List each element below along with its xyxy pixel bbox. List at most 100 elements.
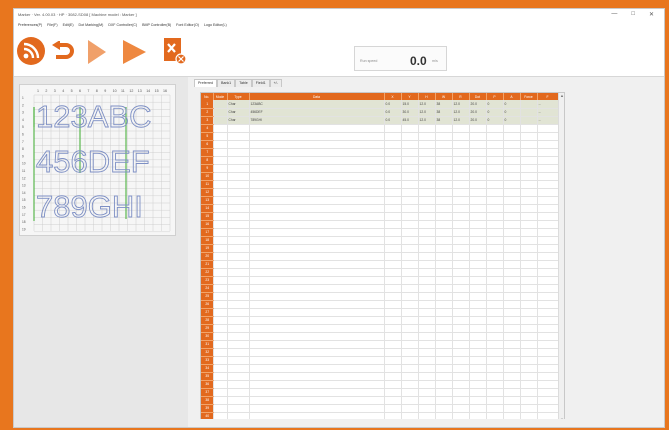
- table-cell[interactable]: [503, 388, 521, 397]
- table-cell[interactable]: [213, 140, 228, 149]
- table-cell[interactable]: Char: [227, 100, 250, 109]
- table-cell[interactable]: [227, 348, 250, 357]
- table-cell[interactable]: [384, 340, 402, 349]
- table-cell[interactable]: [469, 276, 487, 285]
- table-cell[interactable]: [537, 212, 559, 221]
- table-cell[interactable]: [227, 284, 250, 293]
- table-cell[interactable]: [213, 156, 228, 165]
- table-cell[interactable]: [213, 380, 228, 389]
- table-cell[interactable]: [227, 124, 250, 133]
- table-cell[interactable]: [486, 308, 504, 317]
- table-cell[interactable]: [503, 340, 521, 349]
- table-cell[interactable]: [452, 204, 470, 213]
- table-cell[interactable]: [249, 356, 385, 365]
- table-cell[interactable]: [469, 332, 487, 341]
- table-cell[interactable]: [452, 292, 470, 301]
- table-cell[interactable]: [249, 332, 385, 341]
- table-cell[interactable]: [249, 124, 385, 133]
- table-cell[interactable]: [537, 260, 559, 269]
- table-cell[interactable]: [452, 340, 470, 349]
- table-cell[interactable]: [384, 132, 402, 141]
- table-cell[interactable]: [418, 220, 436, 229]
- table-cell[interactable]: [384, 228, 402, 237]
- table-cell[interactable]: [469, 268, 487, 277]
- table-cell[interactable]: [249, 276, 385, 285]
- table-cell[interactable]: [520, 212, 538, 221]
- row-number[interactable]: 18: [201, 236, 214, 245]
- table-row[interactable]: 4: [201, 124, 559, 133]
- table-cell[interactable]: [520, 308, 538, 317]
- table-cell[interactable]: [520, 316, 538, 325]
- horizontal-scrollbar[interactable]: [200, 419, 565, 424]
- table-cell[interactable]: [435, 236, 453, 245]
- table-cell[interactable]: [384, 324, 402, 333]
- table-cell[interactable]: [452, 316, 470, 325]
- table-cell[interactable]: [520, 284, 538, 293]
- table-cell[interactable]: [418, 388, 436, 397]
- table-row[interactable]: 29: [201, 324, 559, 333]
- table-cell[interactable]: [469, 252, 487, 261]
- table-cell[interactable]: [384, 140, 402, 149]
- table-cell[interactable]: [486, 196, 504, 205]
- table-cell[interactable]: 0: [486, 108, 504, 117]
- table-cell[interactable]: [469, 340, 487, 349]
- table-cell[interactable]: [520, 364, 538, 373]
- table-cell[interactable]: [537, 404, 559, 413]
- table-cell[interactable]: [213, 100, 228, 109]
- table-cell[interactable]: [227, 140, 250, 149]
- table-cell[interactable]: [227, 364, 250, 373]
- table-cell[interactable]: [486, 324, 504, 333]
- table-cell[interactable]: 20.0: [469, 100, 487, 109]
- table-row[interactable]: 17: [201, 228, 559, 237]
- menu-edit[interactable]: Edit(E): [63, 23, 74, 27]
- table-cell[interactable]: [401, 340, 419, 349]
- table-cell[interactable]: [435, 316, 453, 325]
- table-cell[interactable]: [227, 212, 250, 221]
- row-number[interactable]: 37: [201, 388, 214, 397]
- table-cell[interactable]: [503, 196, 521, 205]
- table-cell[interactable]: [435, 140, 453, 149]
- table-cell[interactable]: [469, 196, 487, 205]
- table-cell[interactable]: [227, 220, 250, 229]
- table-cell[interactable]: [537, 252, 559, 261]
- return-button[interactable]: [51, 40, 75, 64]
- table-row[interactable]: 32: [201, 348, 559, 357]
- table-cell[interactable]: [401, 284, 419, 293]
- table-cell[interactable]: [401, 260, 419, 269]
- table-cell[interactable]: [452, 180, 470, 189]
- table-row[interactable]: 22: [201, 268, 559, 277]
- table-cell[interactable]: [503, 372, 521, 381]
- table-cell[interactable]: [486, 332, 504, 341]
- table-cell[interactable]: [469, 308, 487, 317]
- table-cell[interactable]: [503, 124, 521, 133]
- table-cell[interactable]: [486, 372, 504, 381]
- table-cell[interactable]: [503, 244, 521, 253]
- table-cell[interactable]: [435, 292, 453, 301]
- table-cell[interactable]: [452, 244, 470, 253]
- table-cell[interactable]: Char: [227, 108, 250, 117]
- table-cell[interactable]: [418, 292, 436, 301]
- table-cell[interactable]: [469, 212, 487, 221]
- table-cell[interactable]: [520, 300, 538, 309]
- table-cell[interactable]: [469, 404, 487, 413]
- table-cell[interactable]: [401, 188, 419, 197]
- table-cell[interactable]: [503, 396, 521, 405]
- table-cell[interactable]: [384, 212, 402, 221]
- table-cell[interactable]: [249, 324, 385, 333]
- table-row[interactable]: 26: [201, 300, 559, 309]
- row-number[interactable]: 20: [201, 252, 214, 261]
- menu-bmp-controller[interactable]: BMP Controller(B): [142, 23, 171, 27]
- table-cell[interactable]: [537, 180, 559, 189]
- table-row[interactable]: 31: [201, 340, 559, 349]
- table-cell[interactable]: [520, 228, 538, 237]
- table-cell[interactable]: [520, 380, 538, 389]
- table-cell[interactable]: [435, 348, 453, 357]
- table-cell[interactable]: [418, 228, 436, 237]
- table-cell[interactable]: [401, 372, 419, 381]
- table-cell[interactable]: [249, 252, 385, 261]
- table-cell[interactable]: [418, 308, 436, 317]
- table-cell[interactable]: [486, 260, 504, 269]
- table-cell[interactable]: [249, 292, 385, 301]
- column-header[interactable]: P: [486, 93, 504, 100]
- table-cell[interactable]: [452, 300, 470, 309]
